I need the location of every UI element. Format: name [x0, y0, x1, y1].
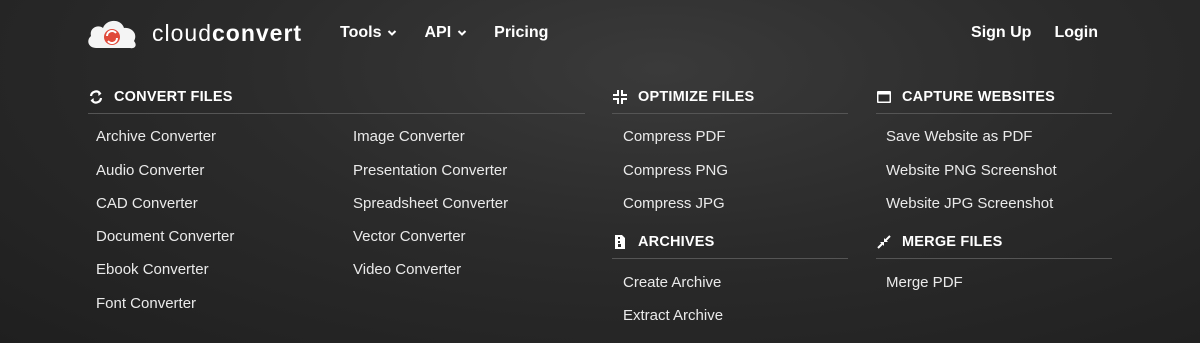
link-website-png-screenshot[interactable]: Website PNG Screenshot	[886, 162, 1057, 179]
capture-websites-title: CAPTURE WEBSITES	[902, 89, 1056, 105]
optimize-files-heading: OPTIMIZE FILES	[612, 89, 754, 105]
link-compress-jpg[interactable]: Compress JPG	[623, 195, 725, 212]
link-compress-png[interactable]: Compress PNG	[623, 162, 728, 179]
brand-name: cloudconvert	[152, 19, 303, 46]
link-audio-converter[interactable]: Audio Converter	[96, 162, 204, 179]
link-ebook-converter[interactable]: Ebook Converter	[96, 261, 209, 278]
link-document-converter[interactable]: Document Converter	[96, 228, 234, 245]
nav-tools-label: Tools	[340, 24, 382, 41]
signup-link[interactable]: Sign Up	[971, 24, 1031, 42]
merge-files-title: MERGE FILES	[902, 234, 1003, 250]
optimize-files-title: OPTIMIZE FILES	[638, 89, 755, 105]
link-merge-pdf[interactable]: Merge PDF	[886, 274, 963, 291]
archives-title: ARCHIVES	[638, 234, 715, 250]
divider	[88, 113, 585, 114]
nav-api[interactable]: API	[424, 24, 467, 42]
login-link[interactable]: Login	[1054, 24, 1098, 42]
divider	[612, 113, 848, 114]
archives-heading: ARCHIVES	[612, 234, 715, 250]
convert-files-title: CONVERT FILES	[114, 89, 233, 105]
link-vector-converter[interactable]: Vector Converter	[353, 228, 466, 245]
nav-pricing[interactable]: Pricing	[494, 24, 548, 42]
chevron-down-icon	[388, 30, 397, 36]
link-create-archive[interactable]: Create Archive	[623, 274, 721, 291]
auth-links: Sign Up Login	[971, 24, 1098, 42]
merge-arrows-icon	[877, 235, 891, 249]
link-spreadsheet-converter[interactable]: Spreadsheet Converter	[353, 195, 508, 212]
link-cad-converter[interactable]: CAD Converter	[96, 195, 198, 212]
chevron-down-icon	[457, 30, 467, 36]
compress-icon	[613, 90, 627, 104]
link-archive-converter[interactable]: Archive Converter	[96, 128, 216, 145]
browser-window-icon	[877, 91, 891, 103]
file-archive-icon	[615, 235, 625, 249]
logo[interactable]: cloudconvert	[86, 16, 302, 50]
merge-files-heading: MERGE FILES	[876, 234, 1003, 250]
divider	[876, 258, 1112, 259]
link-presentation-converter[interactable]: Presentation Converter	[353, 162, 507, 179]
nav-pricing-label: Pricing	[494, 24, 549, 41]
link-compress-pdf[interactable]: Compress PDF	[623, 128, 726, 145]
link-video-converter[interactable]: Video Converter	[353, 261, 461, 278]
link-website-jpg-screenshot[interactable]: Website JPG Screenshot	[886, 195, 1053, 212]
divider	[612, 258, 848, 259]
link-extract-archive[interactable]: Extract Archive	[623, 307, 723, 324]
capture-websites-heading: CAPTURE WEBSITES	[876, 89, 1055, 105]
main-nav: Tools API Pricing	[340, 24, 548, 42]
divider	[876, 113, 1112, 114]
convert-files-heading: CONVERT FILES	[88, 89, 233, 105]
nav-api-label: API	[424, 24, 452, 41]
link-image-converter[interactable]: Image Converter	[353, 128, 465, 145]
nav-tools[interactable]: Tools	[340, 24, 397, 42]
cloud-logo-icon	[88, 20, 136, 49]
link-save-website-pdf[interactable]: Save Website as PDF	[886, 128, 1032, 145]
refresh-icon	[89, 90, 103, 104]
link-font-converter[interactable]: Font Converter	[96, 295, 196, 312]
